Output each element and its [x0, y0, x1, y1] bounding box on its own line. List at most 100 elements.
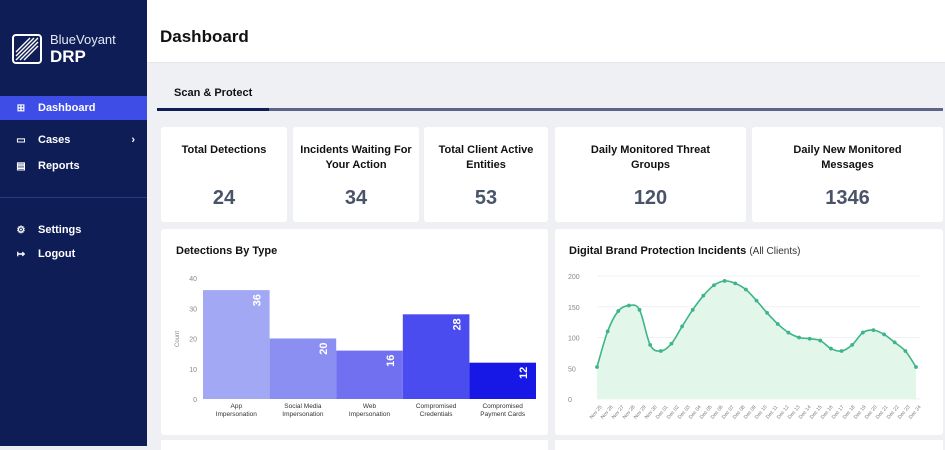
chevron-right-icon: › [131, 134, 135, 146]
data-point [712, 283, 716, 288]
nav-label: Settings [38, 224, 82, 236]
y-tick-label: 50 [568, 366, 576, 373]
nav-item-dashboard[interactable]: ⊞ Dashboard [0, 96, 147, 120]
x-tick-label: Payment Cards [480, 411, 526, 418]
nav-item-reports[interactable]: ▤ Reports [0, 154, 147, 178]
bar-value-label: 36 [252, 294, 264, 306]
data-point [829, 346, 833, 351]
stat-value: 34 [344, 187, 368, 209]
nav-label: Logout [38, 248, 76, 260]
panel-placeholder [161, 440, 548, 450]
product-name: DRP [50, 47, 86, 66]
y-axis-label: Count [175, 331, 181, 347]
bar-value-label: 12 [518, 367, 530, 379]
data-point [722, 279, 727, 283]
stat-card-active-entities[interactable]: Total Client Active Entities 53 [424, 127, 548, 222]
stat-label: Daily Monitored Threat Groups [590, 144, 711, 171]
data-point [775, 322, 780, 326]
data-point [637, 307, 642, 312]
data-point [850, 342, 855, 347]
data-point [786, 330, 791, 335]
y-tick-label: 30 [189, 306, 197, 313]
bar-value-label: 20 [318, 343, 330, 355]
data-point [914, 365, 918, 369]
y-tick-label: 10 [189, 367, 197, 374]
folder-icon: ▭ [16, 134, 26, 146]
sidebar-divider [0, 197, 147, 198]
bluevoyant-logo-icon [12, 34, 42, 64]
bar-chart: 010203040Count36AppImpersonation20Social… [175, 276, 536, 418]
data-point [627, 303, 631, 308]
x-tick-label: Impersonation [216, 411, 258, 418]
y-tick-label: 40 [189, 276, 197, 283]
grid-icon: ⊞ [16, 102, 26, 114]
data-point [743, 287, 748, 292]
stat-label: Daily New Monitored Messages [793, 144, 902, 171]
y-tick-label: 200 [568, 274, 580, 281]
document-icon: ▤ [16, 160, 26, 172]
bar-value-label: 28 [451, 318, 463, 330]
y-tick-label: 0 [193, 397, 197, 404]
data-point [690, 307, 695, 312]
data-point [871, 328, 876, 333]
panel-brand-protection: Digital Brand Protection Incidents (All … [555, 229, 943, 435]
stat-value: 120 [633, 187, 668, 209]
line-chart: 050100150200Nov 25Nov 26Nov 27Nov 28Nov … [568, 274, 923, 420]
sidebar: BlueVoyant DRP ⊞ Dashboard ▭ Cases › ▤ R… [0, 0, 147, 446]
nav-item-cases[interactable]: ▭ Cases › [0, 128, 147, 152]
stat-card-new-messages[interactable]: Daily New Monitored Messages 1346 [752, 127, 943, 222]
x-tick-label: Web [363, 403, 377, 410]
stat-value: 53 [474, 187, 498, 209]
data-point [903, 349, 908, 353]
x-tick-label: Impersonation [282, 411, 324, 418]
nav-label: Cases [38, 134, 71, 146]
x-tick-label: App [231, 403, 243, 410]
stat-card-threat-groups[interactable]: Daily Monitored Threat Groups 120 [555, 127, 746, 222]
tab-track [157, 108, 943, 111]
data-point [595, 365, 599, 369]
stat-label: Incidents Waiting For Your Action [300, 144, 412, 171]
data-point [797, 335, 801, 340]
x-tick-label: Compromised [416, 403, 457, 410]
data-point [818, 338, 823, 343]
data-point [648, 342, 653, 347]
data-point [658, 349, 663, 353]
data-point [605, 329, 610, 334]
data-point [754, 298, 759, 303]
nav-item-settings[interactable]: ⚙ Settings [0, 218, 147, 242]
stat-value: 24 [212, 187, 236, 209]
panel-detections-by-type: Detections By Type 0 10 20 30 40 Count 36 App Im… [161, 229, 548, 435]
page-title: Dashboard [160, 27, 249, 46]
y-tick-label: 100 [568, 336, 580, 343]
gear-icon: ⚙ [16, 224, 26, 236]
brand-logo[interactable]: BlueVoyant DRP [12, 26, 136, 72]
nav-label: Dashboard [38, 102, 96, 114]
data-point [616, 309, 621, 313]
x-tick-label: Dec 24 [908, 404, 923, 420]
y-tick-label: 20 [189, 337, 197, 344]
nav-item-logout[interactable]: ↦ Logout [0, 242, 147, 266]
brand-name: BlueVoyant [50, 32, 116, 47]
data-point [892, 340, 897, 345]
x-tick-label: Social Media [284, 403, 322, 410]
data-point [701, 293, 706, 298]
x-tick-label: Credentials [420, 411, 454, 418]
x-tick-label: Impersonation [349, 411, 391, 418]
stat-label: Total Client Active Entities [438, 144, 534, 171]
data-point [669, 341, 674, 346]
stat-value: 1346 [825, 187, 870, 209]
data-point [733, 281, 738, 286]
tab-active-indicator [157, 108, 269, 111]
data-point [839, 349, 844, 353]
stat-card-total-detections[interactable]: Total Detections 24 [161, 127, 287, 222]
stat-card-incidents-waiting[interactable]: Incidents Waiting For Your Action 34 [293, 127, 419, 222]
nav-label: Reports [38, 160, 80, 172]
logout-icon: ↦ [16, 248, 26, 260]
data-point [882, 332, 886, 337]
x-tick-label: Compromised [482, 403, 523, 410]
stat-label: Total Detections [181, 144, 267, 156]
data-point [860, 330, 865, 335]
tab-bar: Scan & Protect [147, 63, 945, 113]
bar-value-label: 16 [385, 355, 397, 367]
y-tick-label: 150 [568, 305, 580, 312]
